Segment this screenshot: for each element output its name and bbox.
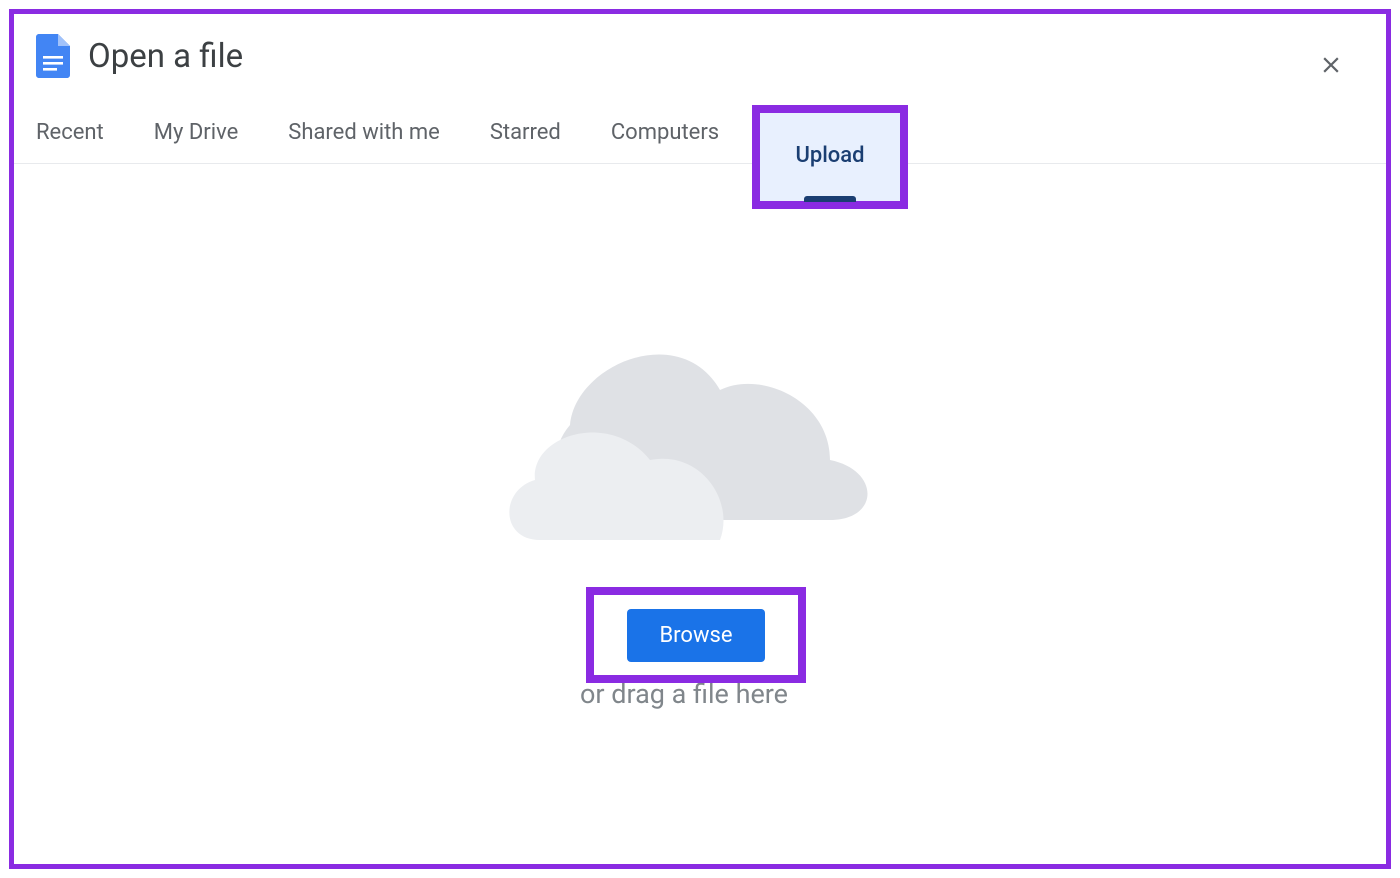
docs-icon [36,34,70,78]
tab-starred[interactable]: Starred [490,112,561,163]
annotation-browse-highlight: Browse [586,587,806,683]
upload-panel [14,190,1386,864]
tab-bar: Recent My Drive Shared with me Starred C… [14,88,1386,164]
close-button[interactable] [1316,50,1346,80]
tab-shared-with-me[interactable]: Shared with me [288,112,440,163]
cloud-illustration [500,340,880,550]
browse-button[interactable]: Browse [627,609,764,662]
tab-upload-label: Upload [795,143,864,168]
tab-computers[interactable]: Computers [611,112,719,163]
dialog-frame: Open a file Recent My Drive Shared with … [9,9,1391,869]
dialog-header: Open a file [14,14,1386,88]
dialog-title: Open a file [88,37,243,76]
close-icon [1318,52,1344,78]
tab-my-drive[interactable]: My Drive [154,112,239,163]
tab-recent[interactable]: Recent [36,112,104,163]
